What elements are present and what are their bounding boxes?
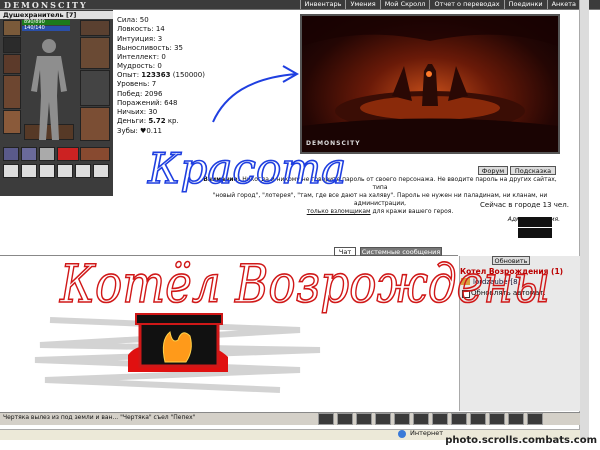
pencil-icon[interactable] [356,413,372,425]
annotation-layer: Красота Котёл Возрождены [34,65,551,393]
scroll-icon[interactable] [451,413,467,425]
help-icon[interactable] [508,413,524,425]
translit-icon[interactable] [394,413,410,425]
chat-last-message: Чертяка вылез из под земли и ван... "Чер… [3,414,196,421]
clear-icon[interactable] [337,413,353,425]
cauldron-drawing [128,313,228,372]
settings-icon[interactable] [432,413,448,425]
handwriting-top: Красота [147,144,346,193]
status-zone: Интернет [410,429,444,437]
ok-icon[interactable] [470,413,486,425]
watermark: photo.scrolls.combats.com [445,435,597,446]
smiley-icon[interactable] [318,413,334,425]
sound-icon[interactable] [413,413,429,425]
users-icon[interactable] [489,413,505,425]
exit-icon[interactable] [527,413,543,425]
handwriting-bottom: Котёл Возрождены [59,255,550,315]
globe-icon [398,430,406,438]
filter-icon[interactable] [375,413,391,425]
chat-toolbar [318,413,543,425]
